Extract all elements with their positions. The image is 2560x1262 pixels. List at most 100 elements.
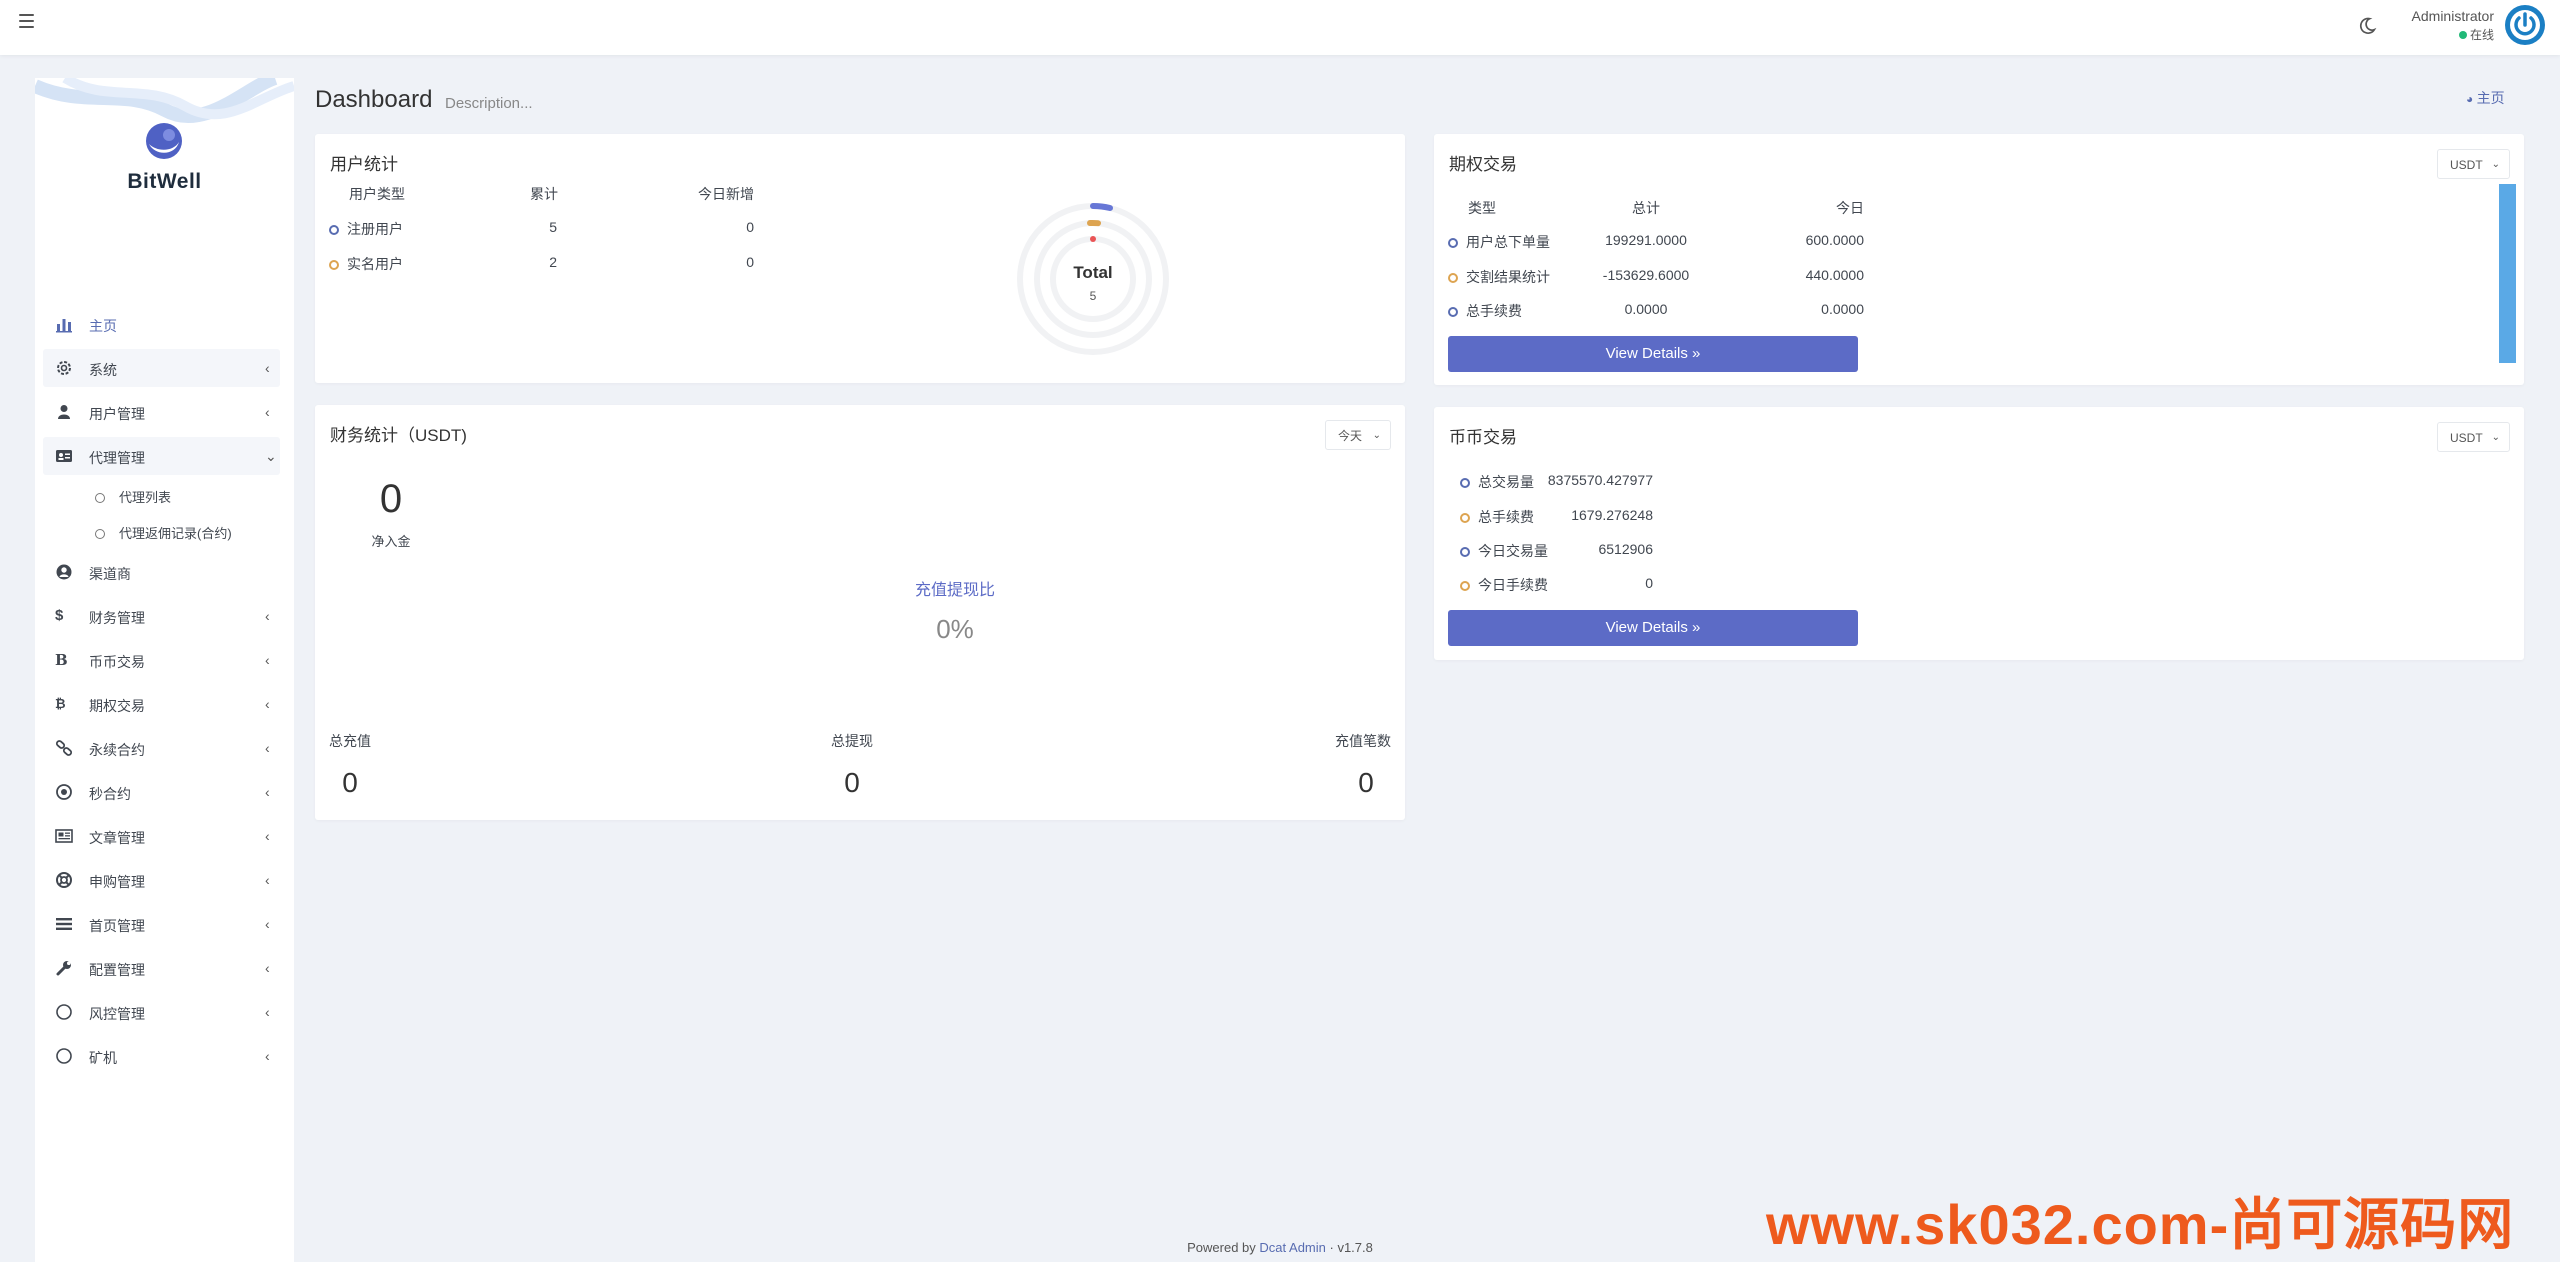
currency-select[interactable]: USDT ⌄ <box>2437 422 2510 452</box>
user-status: 在线 <box>2380 26 2494 43</box>
spot-stat-label: 总交易量 <box>1478 474 1534 490</box>
user-status-text: 在线 <box>2469 28 2494 42</box>
spot-stat-value: 1679.276248 <box>1571 507 1653 523</box>
total-withdraw-label: 总提现 <box>831 733 873 749</box>
spot-stat-value: 0 <box>1645 575 1653 591</box>
deposit-withdraw-ratio-label: 充值提现比 <box>914 582 995 599</box>
dashboard-icon: ◕ <box>2466 92 2477 106</box>
series-marker-icon <box>1460 478 1470 488</box>
chevron-left-icon: ‹ <box>265 872 270 888</box>
view-details-button[interactable]: View Details » <box>1448 336 1858 372</box>
circle-icon <box>56 1048 72 1064</box>
watermark-text: www.sk032.com-尚可源码网 <box>1766 1193 2515 1256</box>
sidebar-item-mining[interactable]: 矿机 ‹ <box>43 1037 280 1075</box>
online-status-dot <box>2458 31 2467 39</box>
series-marker-icon <box>1448 307 1458 317</box>
sidebar-item-finance[interactable]: $ 财务管理 ‹ <box>43 597 280 635</box>
avatar[interactable] <box>2505 5 2545 45</box>
date-range-value: 今天 <box>1338 429 1363 443</box>
currency-select[interactable]: USDT ⌄ <box>2437 149 2510 179</box>
sidebar-item-subscription[interactable]: 申购管理 ‹ <box>43 861 280 899</box>
bars-icon <box>56 918 72 930</box>
column-header: 总计 <box>1632 200 1660 216</box>
sidebar-item-options-trading[interactable]: ₿ 期权交易 ‹ <box>43 685 280 723</box>
sidebar-subitem-label: 代理列表 <box>119 490 172 505</box>
sidebar-item-perpetual[interactable]: 永续合约 ‹ <box>43 729 280 767</box>
sidebar-item-articles[interactable]: 文章管理 ‹ <box>43 817 280 855</box>
option-today: 600.0000 <box>1805 232 1864 248</box>
radial-arc-marker <box>1090 236 1096 242</box>
date-range-select[interactable]: 今天 ⌄ <box>1325 420 1391 450</box>
chevron-down-icon: ⌄ <box>2491 432 2500 443</box>
chevron-left-icon: ‹ <box>265 740 270 756</box>
dark-mode-moon-icon[interactable] <box>2356 15 2378 37</box>
bitcoin-icon: B <box>55 651 68 669</box>
net-inflow-label: 净入金 <box>371 534 411 549</box>
user-type: 实名用户 <box>347 256 403 272</box>
deposit-withdraw-ratio-value: 0% <box>936 614 974 644</box>
dcat-admin-link[interactable]: Dcat Admin <box>1259 1240 1325 1255</box>
sidebar-item-channel[interactable]: 渠道商 <box>43 553 280 591</box>
card-title: 财务统计（USDT) <box>330 426 467 445</box>
column-header: 用户类型 <box>349 186 405 202</box>
total-withdraw-value: 0 <box>844 767 860 798</box>
chevron-left-icon: ‹ <box>265 960 270 976</box>
card-title: 币币交易 <box>1449 428 1517 447</box>
total-deposit-value: 0 <box>342 767 358 798</box>
series-marker-icon <box>329 225 339 235</box>
view-details-button[interactable]: View Details » <box>1448 610 1858 646</box>
chevron-left-icon: ‹ <box>265 404 270 420</box>
sidebar-item-label: 文章管理 <box>89 830 145 846</box>
footer-version: v1.7.8 <box>1337 1240 1373 1255</box>
sidebar-item-home[interactable]: 主页 <box>43 305 280 343</box>
breadcrumb-home-link[interactable]: ◕ 主页 <box>2466 88 2505 108</box>
sidebar-item-config[interactable]: 配置管理 ‹ <box>43 949 280 987</box>
radial-arc-registered <box>1090 202 1113 211</box>
footer-prefix: Powered by <box>1187 1240 1256 1255</box>
dollar-icon: $ <box>55 607 64 624</box>
sidebar-item-agents[interactable]: 代理管理 ⌄ <box>43 437 280 475</box>
column-header: 累计 <box>530 186 558 202</box>
brand-logo <box>146 123 182 159</box>
menu-toggle-icon[interactable] <box>19 14 34 28</box>
table-row: 交割结果统计 <box>1448 267 1550 287</box>
currency-value: USDT <box>2450 158 2483 172</box>
option-today: 440.0000 <box>1805 267 1864 283</box>
chevron-left-icon: ‹ <box>265 784 270 800</box>
chevron-left-icon: ‹ <box>265 360 270 376</box>
deposit-count-value: 0 <box>1358 767 1374 798</box>
sidebar-item-homepage[interactable]: 首页管理 ‹ <box>43 905 280 943</box>
sidebar-item-second-contract[interactable]: 秒合约 ‹ <box>43 773 280 811</box>
id-card-icon <box>56 450 72 462</box>
user-name[interactable]: Administrator <box>2380 8 2494 24</box>
chevron-down-icon: ⌄ <box>1372 430 1381 441</box>
list-item: 总手续费 <box>1460 507 1534 527</box>
sidebar-item-spot-trading[interactable]: B 币币交易 ‹ <box>43 641 280 679</box>
circle-icon <box>95 493 105 503</box>
option-today: 0.0000 <box>1821 301 1864 317</box>
sidebar-subitem-agent-list[interactable]: 代理列表 <box>95 487 171 506</box>
button-label: View Details <box>1605 619 1688 636</box>
chevron-down-icon: ⌄ <box>265 448 277 464</box>
option-total: 199291.0000 <box>1605 232 1687 248</box>
option-type: 用户总下单量 <box>1466 234 1550 250</box>
sidebar-item-risk-control[interactable]: 风控管理 ‹ <box>43 993 280 1031</box>
sidebar-item-users[interactable]: 用户管理 ‹ <box>43 393 280 431</box>
sidebar-item-label: 主页 <box>89 318 117 334</box>
card-title: 期权交易 <box>1449 155 1517 174</box>
chevron-left-icon: ‹ <box>265 608 270 624</box>
sidebar-subitem-agent-commission[interactable]: 代理返佣记录(合约) <box>95 523 232 542</box>
sidebar-item-label: 首页管理 <box>89 918 145 934</box>
chart-total-label: Total <box>1073 263 1112 282</box>
currency-value: USDT <box>2450 431 2483 445</box>
button-label: View Details <box>1605 345 1688 362</box>
sidebar-item-system[interactable]: 系统 ‹ <box>43 349 280 387</box>
column-header: 今日 <box>1836 200 1864 216</box>
user-circle-icon <box>56 564 72 580</box>
dot-circle-icon <box>56 784 72 800</box>
double-chevron-right-icon: » <box>1692 619 1701 636</box>
top-navbar: Administrator 在线 <box>0 0 2560 55</box>
sidebar-item-label: 用户管理 <box>89 406 145 422</box>
spot-trading-card: 币币交易 USDT ⌄ 总交易量 8375570.427977 总手续费 1679… <box>1434 407 2524 660</box>
user-stats-card: 用户统计 用户类型 累计 今日新增 注册用户 5 0 实名用户 2 0 Tota… <box>315 134 1405 383</box>
